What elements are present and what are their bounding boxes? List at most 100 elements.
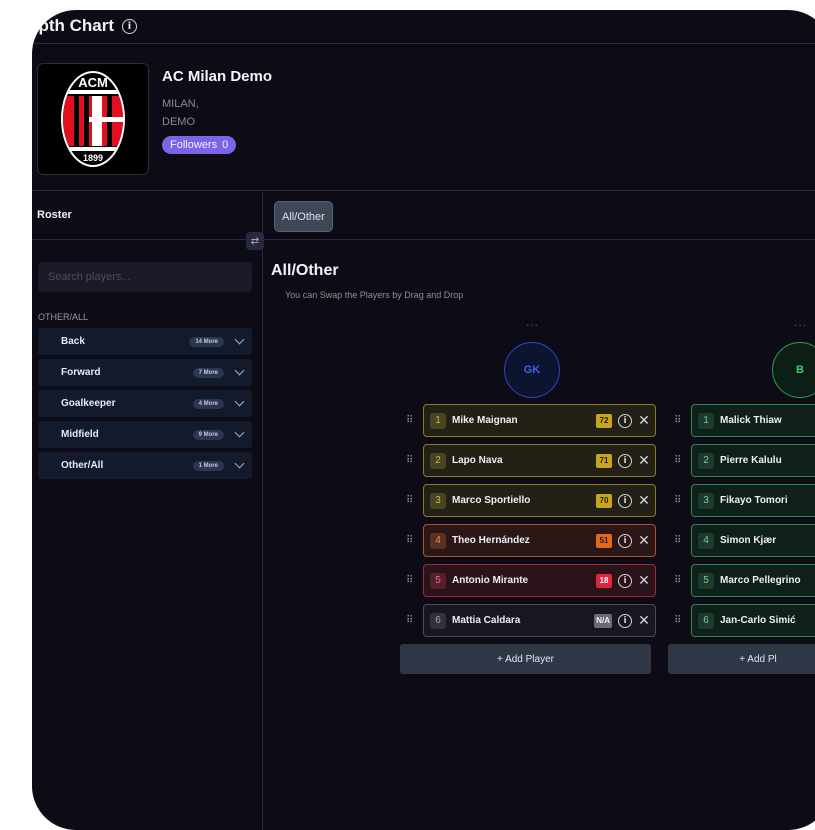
info-icon[interactable]: i: [122, 18, 137, 34]
depth-number: 1: [698, 412, 714, 429]
drag-handle-icon[interactable]: ⠿: [406, 535, 423, 546]
remove-icon[interactable]: ✕: [637, 573, 651, 589]
info-icon[interactable]: i: [618, 533, 632, 548]
player-row: ⠿ 4 Theo Hernández 51 i ✕: [406, 524, 668, 557]
sidebar-item-forward[interactable]: Forward 7 More: [38, 359, 252, 386]
info-icon[interactable]: i: [618, 573, 632, 588]
position-badge-b: B: [772, 342, 815, 398]
roster-sidebar: Roster ⇄ OTHER/ALL Back 14 More Forward 7 M…: [32, 192, 264, 830]
depth-column-gk: ⠿ 1 Mike Maignan 72 i ✕ ⠿ 2 Lapo Nava 71 i ✕ ⠿ 3 Marco…: [400, 404, 668, 674]
player-name: Mattia Caldara: [452, 615, 521, 626]
sidebar-item-back[interactable]: Back 14 More: [38, 328, 252, 355]
player-name: Mike Maignan: [452, 415, 518, 426]
drag-handle-icon[interactable]: ⠿: [406, 495, 423, 506]
remove-icon[interactable]: ✕: [637, 493, 651, 509]
depth-number: 1: [430, 412, 446, 429]
tab-all-other[interactable]: All/Other: [274, 201, 333, 232]
player-card[interactable]: 2 Pierre Kalulu: [691, 444, 815, 477]
drag-handle-icon[interactable]: ⠿: [674, 575, 691, 586]
depth-number: 5: [430, 572, 446, 589]
drag-handle-icon[interactable]: ⠿: [406, 455, 423, 466]
player-name: Pierre Kalulu: [720, 455, 782, 466]
svg-text:ACM: ACM: [78, 75, 108, 90]
section-subtitle: You can Swap the Players by Drag and Dro…: [285, 290, 464, 300]
add-player-button[interactable]: + Add Pl: [668, 644, 815, 674]
drag-handle-icon[interactable]: ⠿: [674, 535, 691, 546]
roster-title: Roster: [32, 192, 262, 240]
position-name: Forward: [61, 367, 101, 378]
player-card[interactable]: 6 Mattia Caldara N/A i ✕: [423, 604, 656, 637]
info-icon[interactable]: i: [618, 413, 632, 428]
chevron-down-icon[interactable]: [234, 427, 245, 438]
player-row: ⠿ 4 Simon Kjær: [674, 524, 815, 557]
followers-badge[interactable]: Followers 0: [162, 136, 237, 154]
position-list: Back 14 More Forward 7 More Goalkeeper 4 More…: [38, 328, 252, 483]
info-icon[interactable]: i: [618, 493, 632, 508]
player-card[interactable]: 5 Antonio Mirante 18 i ✕: [423, 564, 656, 597]
remove-icon[interactable]: ✕: [637, 413, 651, 429]
drag-handle-icon[interactable]: ⠿: [674, 455, 691, 466]
rating-badge: 51: [596, 533, 612, 548]
player-card[interactable]: 4 Simon Kjær: [691, 524, 815, 557]
main-panel: All/Other All/Other You can Swap the Pla…: [264, 192, 815, 830]
info-icon[interactable]: i: [618, 453, 632, 468]
rating-badge: 72: [596, 413, 612, 428]
drag-handle-icon[interactable]: ⠿: [674, 495, 691, 506]
depth-number: 2: [430, 452, 446, 469]
player-card[interactable]: 4 Theo Hernández 51 i ✕: [423, 524, 656, 557]
drag-handle-icon[interactable]: ⠿: [406, 575, 423, 586]
player-row: ⠿ 3 Marco Sportiello 70 i ✕: [406, 484, 668, 517]
app-window: epth Chart i ACM 1899 AC Milan Demo MILA…: [32, 10, 815, 830]
chevron-down-icon[interactable]: [234, 334, 245, 345]
chevron-down-icon[interactable]: [234, 365, 245, 376]
page-title-text: epth Chart: [32, 16, 114, 35]
player-name: Malick Thiaw: [720, 415, 782, 426]
more-count-badge: 1 More: [192, 460, 224, 471]
chevron-down-icon[interactable]: [234, 458, 245, 469]
player-name: Marco Sportiello: [452, 495, 531, 506]
column-menu-icon[interactable]: ...: [794, 315, 807, 329]
player-card[interactable]: 2 Lapo Nava 71 i ✕: [423, 444, 656, 477]
player-name: Theo Hernández: [452, 535, 530, 546]
position-name: Goalkeeper: [61, 398, 116, 409]
rating-badge: 71: [596, 453, 612, 468]
team-name: AC Milan Demo: [162, 68, 273, 85]
remove-icon[interactable]: ✕: [637, 453, 651, 469]
player-row: ⠿ 1 Malick Thiaw: [674, 404, 815, 437]
remove-icon[interactable]: ✕: [637, 533, 651, 549]
sidebar-item-midfield[interactable]: Midfield 9 More: [38, 421, 252, 448]
drag-handle-icon[interactable]: ⠿: [674, 415, 691, 426]
depth-column-b: ⠿ 1 Malick Thiaw ⠿ 2 Pierre Kalulu ⠿ 3 Fikayo To…: [668, 404, 815, 674]
player-name: Antonio Mirante: [452, 575, 529, 586]
drag-handle-icon[interactable]: ⠿: [406, 415, 423, 426]
sidebar-item-goalkeeper[interactable]: Goalkeeper 4 More: [38, 390, 252, 417]
depth-number: 6: [430, 612, 446, 629]
player-card[interactable]: 1 Mike Maignan 72 i ✕: [423, 404, 656, 437]
search-input[interactable]: [38, 262, 252, 292]
player-row: ⠿ 2 Pierre Kalulu: [674, 444, 815, 477]
position-name: Back: [61, 336, 85, 347]
swap-icon[interactable]: ⇄: [246, 232, 264, 250]
player-card[interactable]: 1 Malick Thiaw: [691, 404, 815, 437]
drag-handle-icon[interactable]: ⠿: [674, 615, 691, 626]
depth-number: 6: [698, 612, 714, 629]
sidebar-item-other-all[interactable]: Other/All 1 More: [38, 452, 252, 479]
info-icon[interactable]: i: [618, 613, 632, 628]
chevron-down-icon[interactable]: [234, 396, 245, 407]
depth-number: 3: [430, 492, 446, 509]
player-name: Lapo Nava: [452, 455, 503, 466]
player-card[interactable]: 5 Marco Pellegrino: [691, 564, 815, 597]
player-row: ⠿ 6 Jan-Carlo Simić: [674, 604, 815, 637]
player-card[interactable]: 3 Fikayo Tomori: [691, 484, 815, 517]
remove-icon[interactable]: ✕: [637, 613, 651, 629]
position-name: Midfield: [61, 429, 99, 440]
add-player-button[interactable]: + Add Player: [400, 644, 651, 674]
player-card[interactable]: 3 Marco Sportiello 70 i ✕: [423, 484, 656, 517]
rating-badge: 70: [596, 493, 612, 508]
column-menu-icon[interactable]: ...: [526, 315, 539, 329]
tab-bar: All/Other: [264, 192, 815, 240]
player-card[interactable]: 6 Jan-Carlo Simić: [691, 604, 815, 637]
player-row: ⠿ 5 Antonio Mirante 18 i ✕: [406, 564, 668, 597]
group-label: OTHER/ALL: [38, 312, 89, 322]
drag-handle-icon[interactable]: ⠿: [406, 615, 423, 626]
